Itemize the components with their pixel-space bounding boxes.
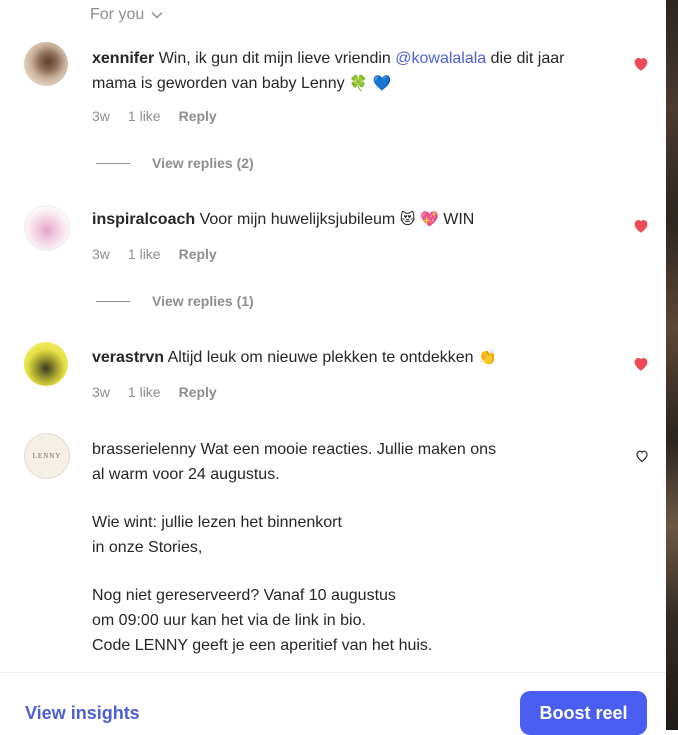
mention-link[interactable]: @kowalalala bbox=[395, 50, 486, 67]
comment-time: 3w bbox=[92, 246, 110, 262]
avatar-logo-text: LENNY bbox=[32, 451, 62, 460]
comment-meta: 3w 1 like Reply bbox=[92, 384, 217, 400]
comment-meta: 3w 1 like Reply bbox=[92, 108, 217, 124]
emoji: 👏 bbox=[478, 348, 497, 366]
heart-icon[interactable] bbox=[632, 217, 650, 235]
comment-time: 3w bbox=[92, 384, 110, 400]
comment-likes[interactable]: 1 like bbox=[128, 108, 161, 124]
comment-body-part: Win, ik gun dit mijn lieve vriendin bbox=[158, 50, 396, 67]
comments-panel: For you xennifer Win, ik gun dit mijn li… bbox=[0, 0, 666, 735]
heart-icon[interactable] bbox=[632, 55, 650, 73]
reply-button[interactable]: Reply bbox=[179, 108, 217, 124]
comment-body-part: Voor mijn huwelijksjubileum bbox=[199, 211, 400, 228]
comment-time: 3w bbox=[92, 108, 110, 124]
divider bbox=[96, 300, 130, 302]
divider bbox=[96, 162, 130, 164]
comment-line: al warm voor 24 augustus. bbox=[92, 466, 280, 483]
view-insights-link[interactable]: View insights bbox=[25, 703, 140, 724]
reply-button[interactable]: Reply bbox=[179, 384, 217, 400]
comment-likes[interactable]: 1 like bbox=[128, 384, 161, 400]
boost-reel-button[interactable]: Boost reel bbox=[520, 691, 647, 735]
comment-username[interactable]: brasserielenny bbox=[92, 441, 196, 458]
comment-line: Wat een mooie reacties. Jullie maken ons bbox=[200, 441, 497, 458]
view-replies-label: View replies (2) bbox=[152, 155, 254, 171]
avatar[interactable] bbox=[24, 342, 68, 386]
avatar[interactable] bbox=[24, 205, 70, 251]
comment-line: Code LENNY geeft je een aperitief van he… bbox=[92, 637, 433, 654]
heart-icon[interactable] bbox=[632, 355, 650, 373]
comment-username[interactable]: inspiralcoach bbox=[92, 211, 195, 228]
background-video-edge bbox=[666, 0, 678, 730]
reply-button[interactable]: Reply bbox=[179, 246, 217, 262]
chevron-down-icon bbox=[151, 11, 163, 19]
sort-label: For you bbox=[90, 6, 145, 23]
comment-username[interactable]: verastrvn bbox=[92, 349, 164, 366]
comment-meta: 3w 1 like Reply bbox=[92, 246, 217, 262]
comment-body-part: WIN bbox=[438, 211, 475, 228]
comment-text: verastrvn Altijd leuk om nieuwe plekken … bbox=[92, 345, 612, 370]
avatar[interactable] bbox=[24, 42, 68, 86]
view-replies-label: View replies (1) bbox=[152, 293, 254, 309]
emoji: 🍀 💙 bbox=[349, 74, 392, 92]
comment-likes[interactable]: 1 like bbox=[128, 246, 161, 262]
view-replies-button[interactable]: View replies (1) bbox=[96, 293, 254, 309]
comment-line: om 09:00 uur kan het via de link in bio. bbox=[92, 612, 366, 629]
comment-text: inspiralcoach Voor mijn huwelijksjubileu… bbox=[92, 207, 612, 232]
avatar[interactable]: LENNY bbox=[24, 433, 70, 479]
comment-text: brasserielenny Wat een mooie reacties. J… bbox=[92, 437, 612, 658]
comment-sort-dropdown[interactable]: For you bbox=[90, 4, 164, 26]
comment-username[interactable]: xennifer bbox=[92, 50, 154, 67]
comment-line: Nog niet gereserveerd? Vanaf 10 augustus bbox=[92, 587, 396, 604]
comment-text: xennifer Win, ik gun dit mijn lieve vrie… bbox=[92, 46, 612, 96]
emoji: 😻 💖 bbox=[399, 210, 439, 228]
footer-bar: View insights Boost reel bbox=[0, 672, 666, 735]
comment-body-part: Altijd leuk om nieuwe plekken te ontdekk… bbox=[167, 349, 479, 366]
view-replies-button[interactable]: View replies (2) bbox=[96, 155, 254, 171]
comment-line: Wie wint: jullie lezen het binnenkort bbox=[92, 514, 342, 531]
heart-outline-icon[interactable] bbox=[634, 448, 650, 464]
comment-line: in onze Stories, bbox=[92, 539, 203, 556]
